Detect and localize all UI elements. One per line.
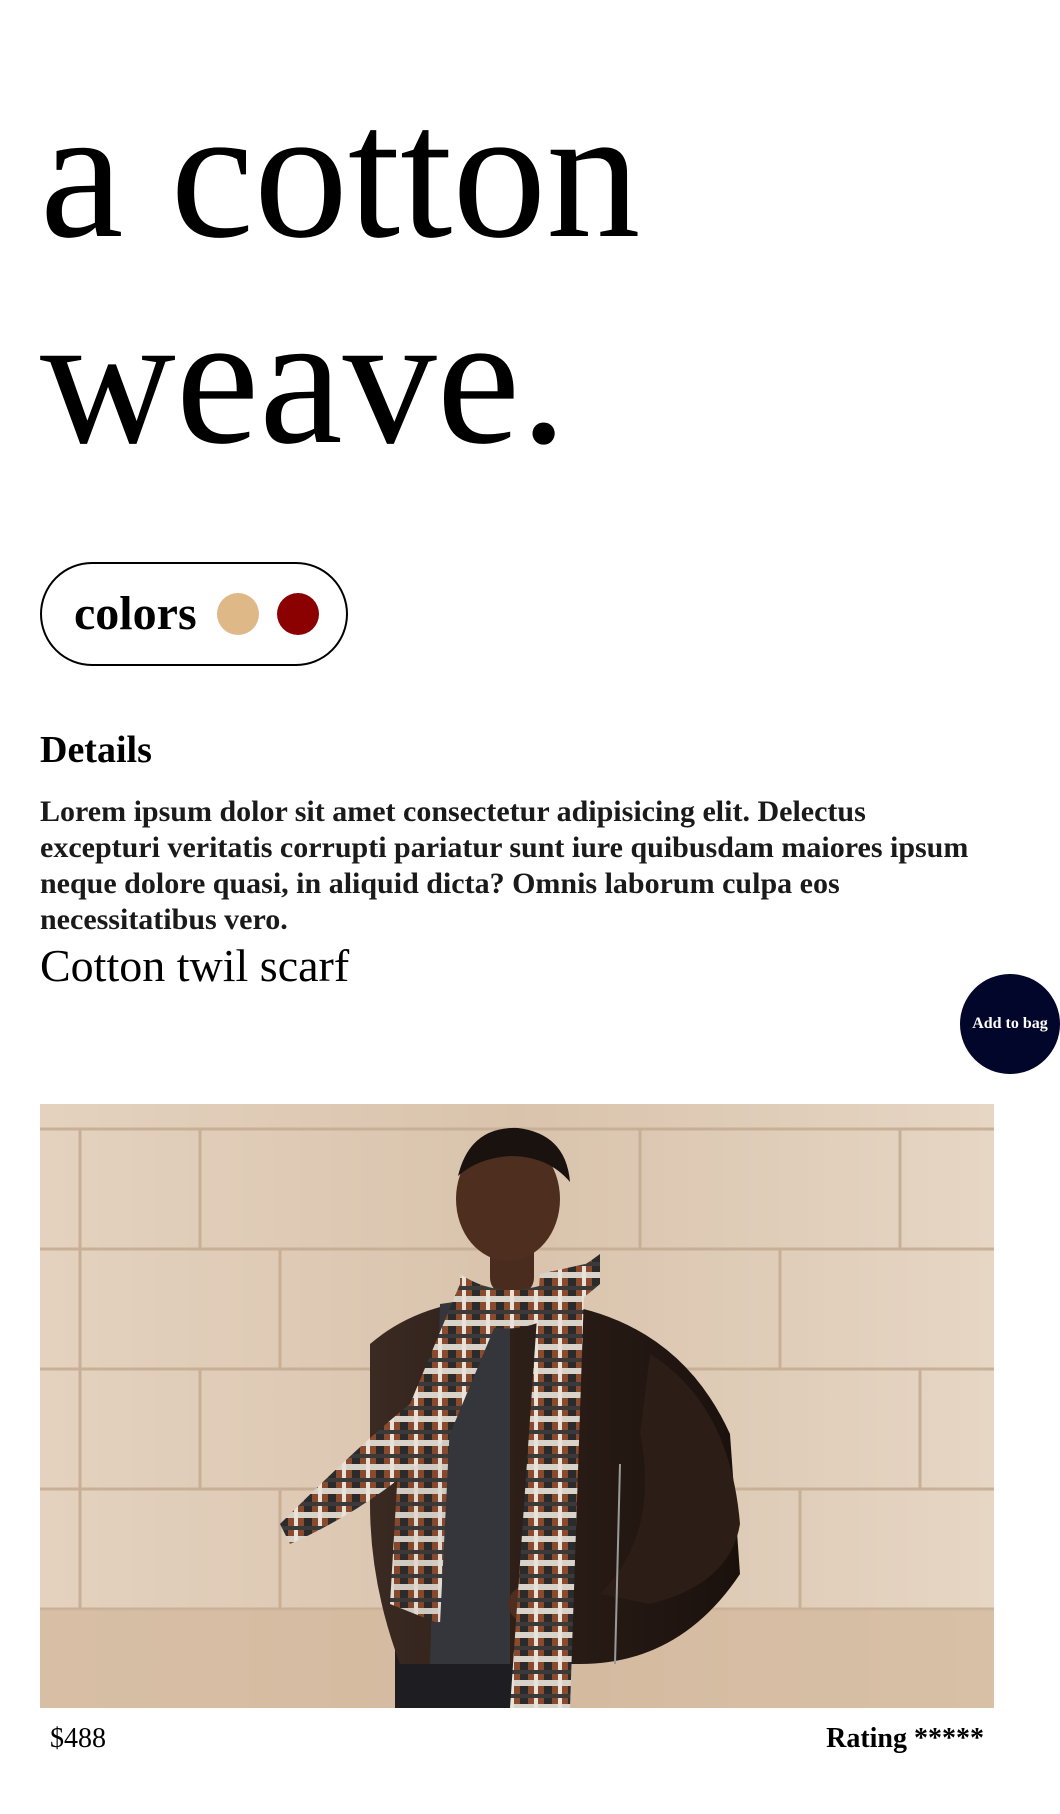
color-swatch-tan[interactable] [216, 593, 259, 635]
colors-selector: colors [40, 562, 348, 666]
colors-label: colors [74, 587, 197, 640]
hero-title: a cotton weave. [40, 68, 641, 483]
product-rating: Rating ***** [826, 1723, 984, 1754]
details-heading: Details [40, 729, 152, 771]
color-swatch-dark-red[interactable] [276, 593, 319, 635]
details-description: Lorem ipsum dolor sit amet consectetur a… [40, 795, 969, 936]
product-photo [40, 1104, 994, 1708]
product-name: Cotton twil scarf [40, 940, 350, 991]
add-to-bag-button[interactable]: Add to bag [960, 974, 1060, 1074]
product-price: $488 [50, 1723, 106, 1754]
